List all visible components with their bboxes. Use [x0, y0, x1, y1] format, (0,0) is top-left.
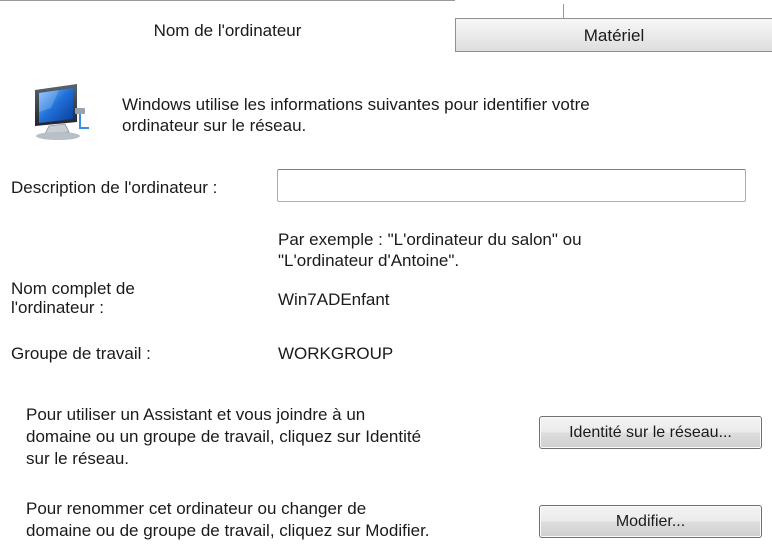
network-id-button[interactable]: Identité sur le réseau... — [539, 416, 762, 449]
intro-line: ordinateur sur le réseau. — [122, 116, 307, 135]
tab-baseline — [455, 51, 772, 52]
network-id-text: Pour utiliser un Assistant et vous joind… — [26, 404, 421, 470]
network-id-line: sur le réseau. — [26, 449, 129, 468]
tab-computer-name[interactable]: Nom de l'ordinateur — [0, 0, 455, 52]
example-line: "L'ordinateur d'Antoine". — [278, 251, 460, 270]
workgroup-label: Groupe de travail : — [11, 344, 151, 363]
workgroup-value: WORKGROUP — [278, 344, 394, 363]
network-id-line: Pour utiliser un Assistant et vous joind… — [26, 405, 366, 424]
full-name-label-line: l'ordinateur : — [11, 298, 105, 317]
rename-text: Pour renommer cet ordinateur ou changer … — [26, 498, 430, 542]
description-label: Description de l'ordinateur : — [11, 178, 218, 197]
description-example: Par exemple : "L'ordinateur du salon" ou… — [278, 229, 582, 271]
intro-line: Windows utilise les informations suivant… — [122, 95, 590, 114]
tab-computer-name-label: Nom de l'ordinateur — [153, 21, 302, 40]
rename-line: Pour renommer cet ordinateur ou changer … — [26, 499, 367, 518]
tab-hardware[interactable]: Matériel — [455, 18, 772, 52]
example-line: Par exemple : "L'ordinateur du salon" ou — [278, 230, 582, 249]
tab-separator — [563, 4, 564, 18]
computer-network-icon — [35, 84, 89, 140]
full-name-label-line: Nom complet de — [11, 279, 135, 298]
network-id-line: domaine ou un groupe de travail, cliquez… — [26, 427, 422, 446]
rename-line: domaine ou de groupe de travail, cliquez… — [26, 521, 430, 540]
modify-button[interactable]: Modifier... — [539, 505, 762, 538]
full-name-label: Nom complet de l'ordinateur : — [11, 279, 135, 317]
intro-text: Windows utilise les informations suivant… — [122, 94, 590, 136]
tab-strip: Matériel Nom de l'ordinateur — [0, 0, 772, 52]
description-input[interactable] — [277, 169, 746, 202]
full-name-value: Win7ADEnfant — [278, 290, 390, 309]
tab-hardware-label: Matériel — [583, 26, 645, 45]
